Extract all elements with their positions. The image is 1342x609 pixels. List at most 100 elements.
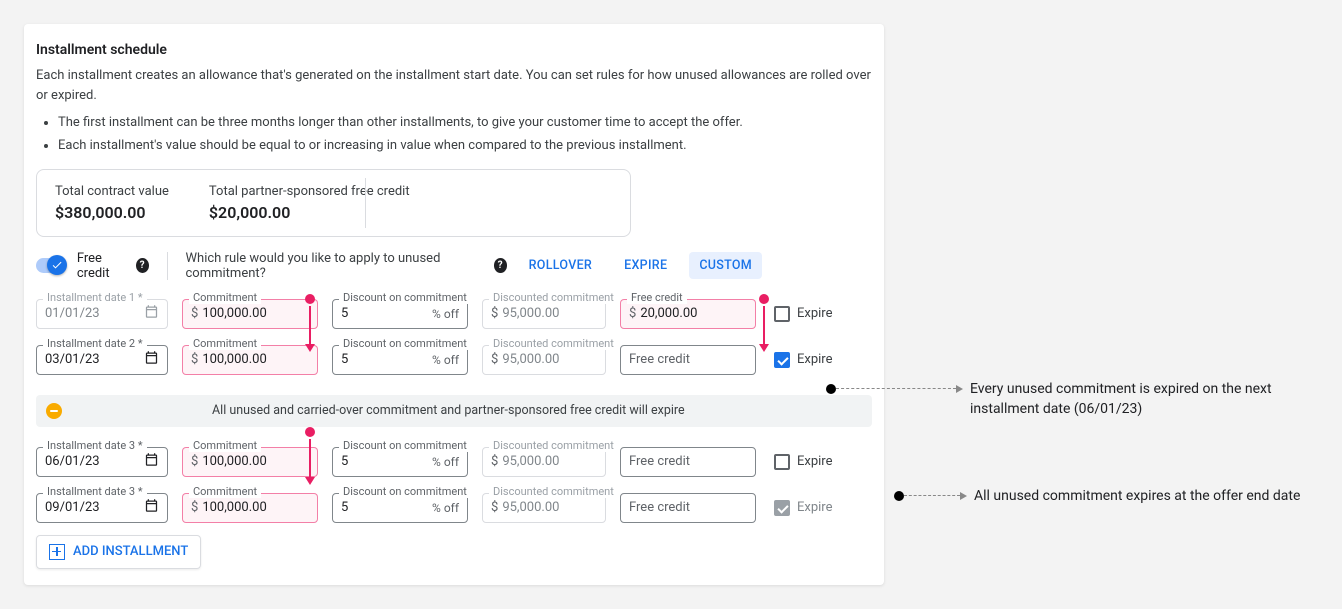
expire-wrap: Expire — [774, 454, 832, 470]
rules-list: The first installment can be three month… — [36, 113, 872, 157]
discounted-commitment-field: Discounted commitment $ 95,000.00 — [482, 345, 606, 375]
installment-date-field[interactable]: Installment date 3 * 06/01/23 — [36, 447, 168, 477]
bullet-icon — [826, 384, 836, 394]
rule-bullet: The first installment can be three month… — [58, 113, 872, 134]
installment-schedule-card: Installment schedule Each installment cr… — [24, 24, 884, 585]
commitment-field[interactable]: Commitment $ 100,000.00 — [182, 299, 318, 329]
installment-row: Installment date 1 * 01/01/23 Commitment… — [36, 299, 872, 329]
installment-row: Installment date 3 * 09/01/23 Commitment… — [36, 493, 872, 523]
pct-off-suffix: % off — [432, 455, 459, 469]
rule-rollover-button[interactable]: ROLLOVER — [519, 252, 602, 279]
add-installment-label: ADD INSTALLMENT — [73, 544, 188, 559]
free-credit-placeholder: Free credit — [629, 454, 690, 469]
date-value: 03/01/23 — [45, 352, 100, 367]
description: Each installment creates an allowance th… — [36, 66, 872, 105]
annotation-text: All unused commitment expires at the off… — [974, 486, 1300, 506]
free-credit-label: Free credit — [77, 251, 130, 281]
free-credit-placeholder: Free credit — [629, 352, 690, 367]
summary-row: Total contract value $380,000.00 Total p… — [36, 169, 631, 237]
field-label: Commitment — [189, 485, 261, 498]
expire-wrap: Expire — [774, 500, 832, 516]
add-installment-button[interactable]: ADD INSTALLMENT — [36, 535, 201, 569]
installment-date-field[interactable]: Installment date 2 * 03/01/23 — [36, 345, 168, 375]
installment-date-field[interactable]: Installment date 3 * 09/01/23 — [36, 493, 168, 523]
currency-prefix: $ — [491, 454, 498, 469]
currency-prefix: $ — [191, 454, 198, 469]
free-credit-field[interactable]: Free credit — [620, 493, 756, 523]
field-label: Discount on commitment — [339, 291, 471, 304]
rows-container: Installment date 1 * 01/01/23 Commitment… — [36, 299, 872, 523]
discounted-commitment-value: 95,000.00 — [502, 352, 559, 367]
expire-label: Expire — [797, 500, 832, 515]
field-label: Installment date 3 * — [43, 439, 147, 452]
installment-date-field: Installment date 1 * 01/01/23 — [36, 299, 168, 329]
annotation: All unused commitment expires at the off… — [894, 486, 1310, 506]
plus-icon — [49, 544, 65, 560]
field-label: Installment date 1 * — [43, 291, 147, 304]
free-credit-value: 20,000.00 — [640, 306, 697, 321]
divider — [167, 252, 168, 280]
commitment-field[interactable]: Commitment $ 100,000.00 — [182, 345, 318, 375]
calendar-icon[interactable] — [144, 498, 159, 517]
free-credit-field[interactable]: Free credit — [620, 345, 756, 375]
discount-field[interactable]: Discount on commitment 5 % off — [332, 447, 468, 477]
discounted-commitment-field: Discounted commitment $ 95,000.00 — [482, 493, 606, 523]
free-credit-field[interactable]: Free credit — [620, 447, 756, 477]
field-label: Discount on commitment — [339, 337, 471, 350]
banner-text: All unused and carried-over commitment a… — [212, 403, 685, 418]
expire-checkbox[interactable] — [774, 352, 790, 368]
expire-checkbox — [774, 500, 790, 516]
discounted-commitment-value: 95,000.00 — [502, 306, 559, 321]
discount-field[interactable]: Discount on commitment 5 % off — [332, 345, 468, 375]
field-label: Discounted commitment — [489, 439, 618, 452]
bullet-icon — [894, 491, 904, 501]
commitment-field[interactable]: Commitment $ 100,000.00 — [182, 447, 318, 477]
rule-custom-button[interactable]: CUSTOM — [689, 252, 762, 279]
commitment-field[interactable]: Commitment $ 100,000.00 — [182, 493, 318, 523]
help-icon[interactable]: ? — [136, 258, 149, 273]
currency-prefix: $ — [491, 352, 498, 367]
field-label: Discounted commitment — [489, 291, 618, 304]
currency-prefix: $ — [629, 306, 636, 321]
commitment-value: 100,000.00 — [202, 454, 266, 469]
divider — [365, 178, 366, 228]
expire-label: Expire — [797, 454, 832, 469]
calendar-icon[interactable] — [144, 452, 159, 471]
total-contract-value: $380,000.00 — [55, 203, 169, 222]
commitment-value: 100,000.00 — [202, 306, 266, 321]
help-icon[interactable]: ? — [494, 258, 507, 273]
pct-off-suffix: % off — [432, 501, 459, 515]
highlight-dot-icon — [305, 427, 315, 437]
commitment-value: 100,000.00 — [202, 500, 266, 515]
highlight-dot-icon — [305, 294, 315, 304]
free-credit-field[interactable]: Free credit $ 20,000.00 — [620, 299, 756, 329]
currency-prefix: $ — [491, 306, 498, 321]
annotations: Every unused commitment is expired on th… — [894, 24, 1310, 572]
expire-banner: All unused and carried-over commitment a… — [36, 395, 872, 427]
total-contract-label: Total contract value — [55, 184, 169, 199]
annotation: Every unused commitment is expired on th… — [826, 379, 1310, 420]
field-label: Discounted commitment — [489, 337, 618, 350]
expire-wrap: Expire — [774, 306, 832, 322]
rule-expire-button[interactable]: EXPIRE — [614, 252, 677, 279]
expire-checkbox[interactable] — [774, 454, 790, 470]
date-value: 01/01/23 — [45, 306, 100, 321]
calendar-icon[interactable] — [144, 350, 159, 369]
free-credit-toggle[interactable] — [36, 258, 65, 273]
discount-field[interactable]: Discount on commitment 5 % off — [332, 493, 468, 523]
discount-value: 5 — [341, 352, 348, 367]
total-free-credit-label: Total partner-sponsored free credit — [209, 184, 410, 199]
expire-checkbox[interactable] — [774, 306, 790, 322]
currency-prefix: $ — [191, 352, 198, 367]
currency-prefix: $ — [191, 500, 198, 515]
field-label: Free credit — [627, 291, 687, 304]
installment-row: Installment date 3 * 06/01/23 Commitment… — [36, 447, 872, 477]
calendar-icon — [144, 304, 159, 323]
date-value: 06/01/23 — [45, 454, 100, 469]
discounted-commitment-value: 95,000.00 — [502, 500, 559, 515]
field-label: Commitment — [189, 439, 261, 452]
discount-field[interactable]: Discount on commitment 5 % off — [332, 299, 468, 329]
discount-value: 5 — [341, 454, 348, 469]
field-label: Discounted commitment — [489, 485, 618, 498]
annotation-text: Every unused commitment is expired on th… — [970, 379, 1310, 420]
